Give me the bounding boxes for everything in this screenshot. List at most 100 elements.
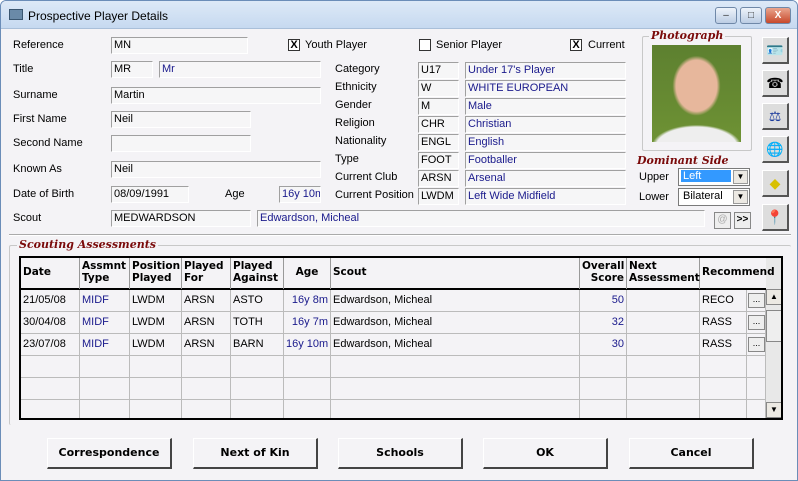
column-header[interactable]: Scout (331, 258, 580, 289)
column-header[interactable]: Age (284, 258, 331, 289)
table-cell[interactable]: RECO (700, 290, 747, 312)
photograph-label: Photograph (649, 29, 726, 42)
table-cell[interactable]: 32 (580, 312, 627, 334)
ethnicity-code-field[interactable]: W (418, 80, 459, 97)
column-header[interactable]: Overall Score (580, 258, 627, 289)
column-header[interactable]: Position Played (130, 258, 182, 289)
column-header[interactable]: Next Assessment (627, 258, 700, 289)
current-checkbox[interactable]: X (570, 39, 582, 51)
table-cell[interactable]: BARN (231, 334, 284, 356)
table-cell[interactable]: ARSN (182, 290, 231, 312)
table-cell[interactable]: TOTH (231, 312, 284, 334)
gender-code-field[interactable]: M (418, 98, 459, 115)
player-photo[interactable] (652, 45, 741, 142)
contacts-button[interactable]: ☎ (762, 70, 789, 97)
scroll-thumb[interactable] (766, 310, 781, 342)
maximize-button[interactable]: □ (740, 7, 762, 24)
nationality-desc-field: English (465, 134, 626, 151)
note-button[interactable]: ◆ (762, 170, 789, 197)
table-cell[interactable]: ARSN (182, 312, 231, 334)
dob-field[interactable]: 08/09/1991 (111, 186, 189, 203)
table-cell[interactable]: 16y 7m (284, 312, 331, 334)
next-of-kin-button[interactable]: Next of Kin (193, 438, 318, 469)
table-cell[interactable]: 23/07/08 (21, 334, 80, 356)
vertical-scrollbar[interactable]: ▲ ▼ (766, 258, 781, 418)
upper-side-select[interactable]: Left ▼ (678, 168, 750, 186)
column-header[interactable]: Date (21, 258, 80, 289)
empty-cell (80, 378, 130, 400)
youth-player-checkbox[interactable]: X (288, 39, 300, 51)
column-header[interactable]: Played Against (231, 258, 284, 289)
table-cell[interactable]: Edwardson, Micheal (331, 312, 580, 334)
table-cell[interactable]: RASS (700, 312, 747, 334)
email-button[interactable]: @ (714, 212, 731, 229)
empty-cell (580, 400, 627, 418)
table-cell[interactable]: MIDF (80, 312, 130, 334)
row-action-cell (747, 356, 766, 378)
player-card-button[interactable]: 🪪 (762, 37, 789, 64)
nationality-code-field[interactable]: ENGL (418, 134, 459, 151)
table-cell[interactable]: 16y 8m (284, 290, 331, 312)
table-cell[interactable]: MIDF (80, 334, 130, 356)
table-cell[interactable]: 16y 10m (284, 334, 331, 356)
column-header[interactable]: Assmnt Type (80, 258, 130, 289)
type-code-field[interactable]: FOOT (418, 152, 459, 169)
table-cell[interactable] (627, 290, 700, 312)
close-button[interactable]: X (765, 7, 791, 24)
table-cell[interactable]: 21/05/08 (21, 290, 80, 312)
first-name-label: First Name (13, 113, 67, 125)
title-code-field[interactable]: MR (111, 61, 153, 78)
table-cell[interactable] (627, 334, 700, 356)
table-cell[interactable]: 30 (580, 334, 627, 356)
column-header[interactable]: Recommend (700, 258, 775, 289)
table-cell[interactable]: 50 (580, 290, 627, 312)
row-details-button[interactable]: ... (748, 293, 765, 308)
nationality-label: Nationality (335, 135, 387, 147)
table-cell[interactable] (627, 312, 700, 334)
scroll-up-icon[interactable]: ▲ (766, 289, 781, 305)
row-action-cell (747, 400, 766, 418)
reference-field[interactable]: MN (111, 37, 248, 54)
row-details-button[interactable]: ... (748, 337, 765, 352)
empty-cell (627, 378, 700, 400)
table-cell[interactable]: LWDM (130, 290, 182, 312)
empty-cell (231, 378, 284, 400)
known-as-field[interactable]: Neil (111, 161, 321, 178)
pin-globe-button[interactable]: 📍 (762, 204, 789, 231)
religion-code-field[interactable]: CHR (418, 116, 459, 133)
more-button[interactable]: >> (734, 212, 751, 229)
chevron-down-icon[interactable]: ▼ (733, 190, 748, 204)
table-cell[interactable]: Edwardson, Micheal (331, 290, 580, 312)
scales-button[interactable]: ⚖ (762, 103, 789, 130)
second-name-field[interactable] (111, 135, 251, 152)
correspondence-button[interactable]: Correspondence (47, 438, 172, 469)
current-position-code-field[interactable]: LWDM (418, 188, 459, 205)
religion-label: Religion (335, 117, 375, 129)
lower-side-value: Bilateral (683, 190, 723, 202)
current-club-code-field[interactable]: ARSN (418, 170, 459, 187)
cancel-button[interactable]: Cancel (629, 438, 754, 469)
title-bar: Prospective Player Details – □ X (1, 1, 797, 29)
table-cell[interactable]: Edwardson, Micheal (331, 334, 580, 356)
senior-player-checkbox[interactable] (419, 39, 431, 51)
table-cell[interactable]: MIDF (80, 290, 130, 312)
lower-side-select[interactable]: Bilateral ▼ (678, 188, 750, 206)
column-header[interactable]: Played For (182, 258, 231, 289)
row-details-button[interactable]: ... (748, 315, 765, 330)
chevron-down-icon[interactable]: ▼ (733, 170, 748, 184)
surname-field[interactable]: Martin (111, 87, 321, 104)
table-cell[interactable]: LWDM (130, 312, 182, 334)
table-cell[interactable]: ARSN (182, 334, 231, 356)
minimize-button[interactable]: – (715, 7, 737, 24)
globe-document-button[interactable]: 🌐 (762, 136, 789, 163)
first-name-field[interactable]: Neil (111, 111, 251, 128)
ok-button[interactable]: OK (483, 438, 608, 469)
category-code-field[interactable]: U17 (418, 62, 459, 79)
table-cell[interactable]: LWDM (130, 334, 182, 356)
table-cell[interactable]: RASS (700, 334, 747, 356)
scout-code-field[interactable]: MEDWARDSON (111, 210, 251, 227)
scroll-down-icon[interactable]: ▼ (766, 402, 781, 418)
table-cell[interactable]: ASTO (231, 290, 284, 312)
schools-button[interactable]: Schools (338, 438, 463, 469)
table-cell[interactable]: 30/04/08 (21, 312, 80, 334)
